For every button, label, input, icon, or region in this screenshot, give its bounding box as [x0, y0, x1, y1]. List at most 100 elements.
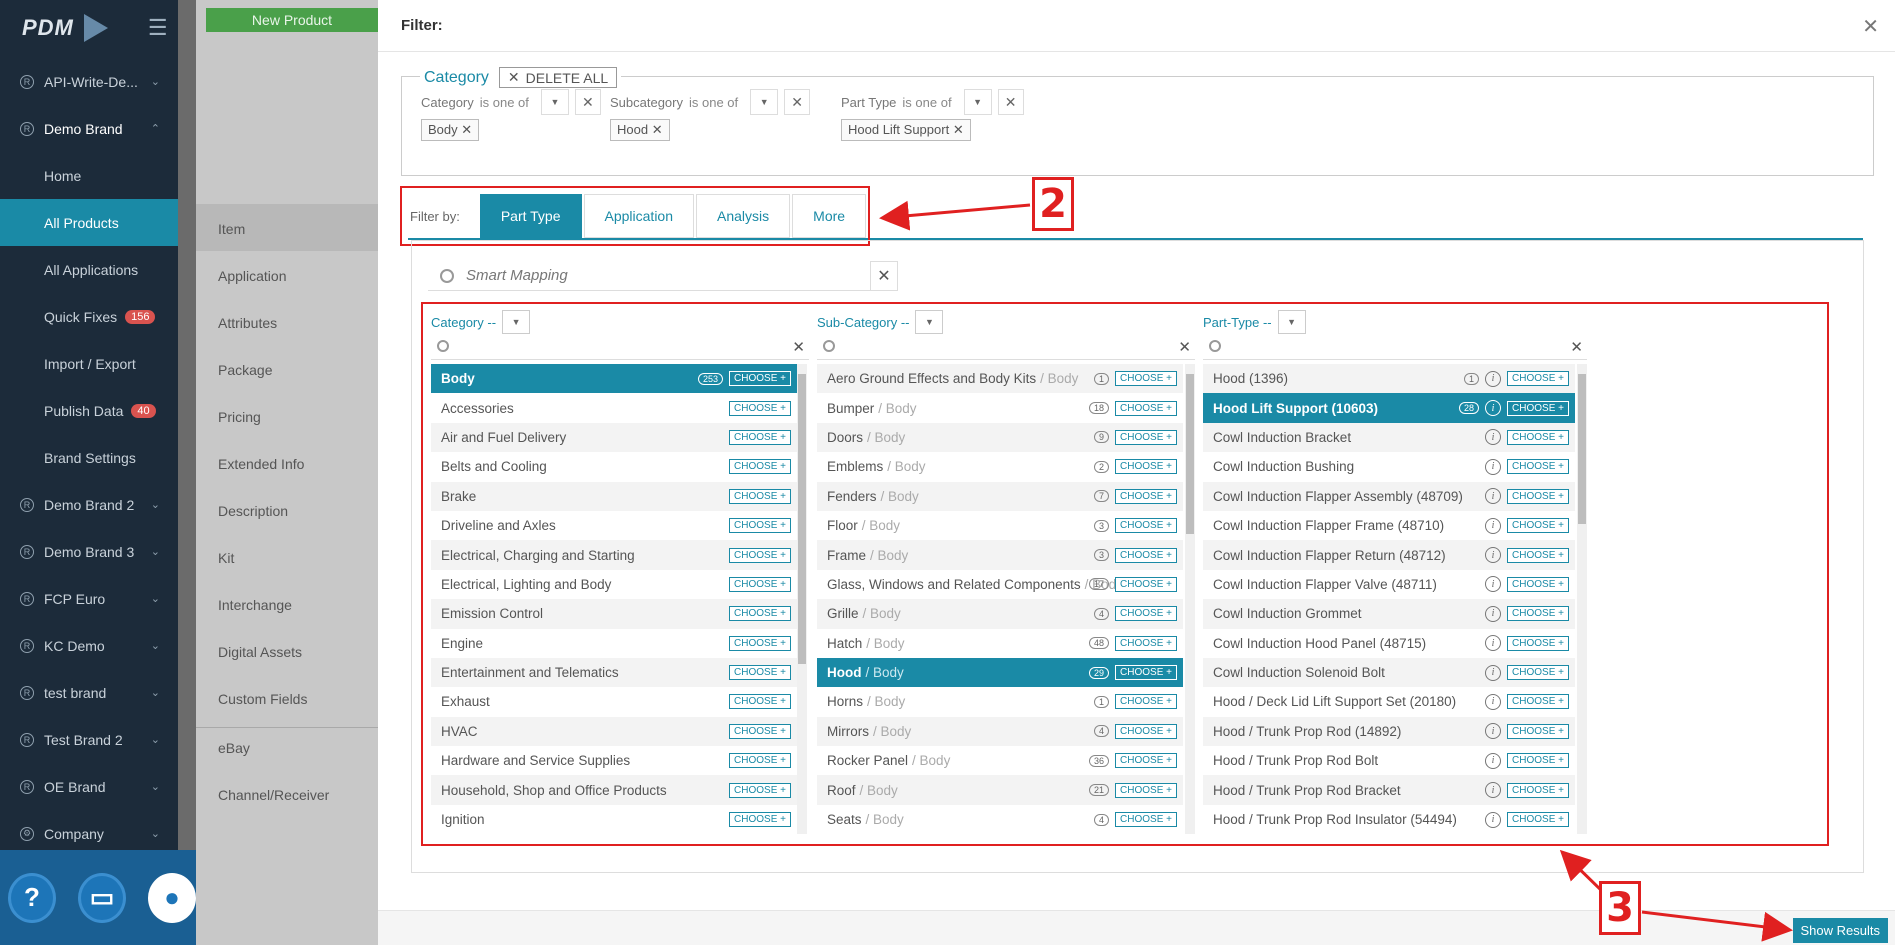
smart-mapping-input[interactable]: Smart Mapping [466, 267, 568, 284]
choose-button[interactable]: CHOOSE + [1115, 488, 1177, 504]
list-item[interactable]: Electrical, Charging and Starting CHOOSE … [431, 540, 797, 570]
choose-button[interactable]: CHOOSE + [1507, 723, 1569, 739]
choose-button[interactable]: CHOOSE + [729, 576, 791, 592]
list-item[interactable]: Cowl Induction Grommet i CHOOSE + [1203, 599, 1575, 629]
info-icon[interactable]: i [1485, 664, 1502, 681]
choose-button[interactable]: CHOOSE + [729, 547, 791, 563]
choose-button[interactable]: CHOOSE + [1507, 606, 1569, 622]
choose-button[interactable]: CHOOSE + [729, 635, 791, 651]
section-ebay[interactable]: eBay [218, 740, 250, 756]
list-item[interactable]: HVAC CHOOSE + [431, 716, 797, 747]
sidebar-brand-demo-brand-2[interactable]: R Demo Brand 2 ⌄ [0, 481, 178, 528]
sidebar-brand-oe-brand[interactable]: R OE Brand ⌄ [0, 763, 178, 810]
category-scrollbar[interactable] [797, 364, 807, 834]
choose-button[interactable]: CHOOSE + [729, 606, 791, 622]
close-icon[interactable]: ✕ [1862, 14, 1879, 39]
choose-button[interactable]: CHOOSE + [1507, 665, 1569, 681]
chat-button[interactable]: ▭ [78, 872, 126, 923]
chevron-down-icon[interactable]: ▼ [502, 310, 531, 334]
smart-mapping-search[interactable]: Smart Mapping [428, 261, 876, 291]
section-application[interactable]: Application [218, 268, 287, 284]
info-icon[interactable]: i [1485, 547, 1502, 564]
list-item[interactable]: Fenders / Body 7 CHOOSE + [817, 481, 1183, 511]
list-item[interactable]: Bumper / Body 18 CHOOSE + [817, 393, 1183, 422]
list-item[interactable]: Hood / Trunk Prop Rod (14892) i CHOOSE + [1203, 716, 1575, 747]
tab-analysis[interactable]: Analysis [696, 194, 791, 238]
list-item[interactable]: Hardware and Service Supplies CHOOSE + [431, 746, 797, 775]
sidebar-item-quick-fixes[interactable]: Quick Fixes 156 [0, 293, 178, 340]
subcategory-search[interactable]: ✕ [817, 336, 1195, 360]
category-column-header[interactable]: Category -- ▼ [431, 310, 531, 334]
choose-button[interactable]: CHOOSE + [1115, 782, 1177, 798]
info-icon[interactable]: i [1485, 635, 1502, 652]
list-item[interactable]: Glass, Windows and Related Components / B… [817, 570, 1183, 599]
info-icon[interactable]: i [1485, 605, 1502, 622]
choose-button[interactable]: CHOOSE + [1115, 665, 1177, 681]
list-item[interactable]: Hood Lift Support (10603) 28 i CHOOSE + [1203, 393, 1575, 423]
sidebar-brand-api-write[interactable]: R API-Write-De... ⌄ [0, 58, 178, 105]
list-item[interactable]: Household, Shop and Office Products CHOOS… [431, 775, 797, 805]
sidebar-brand-kc-demo[interactable]: R KC Demo ⌄ [0, 622, 178, 669]
chevron-down-icon[interactable]: ▼ [540, 89, 569, 115]
choose-button[interactable]: CHOOSE + [1507, 812, 1569, 828]
list-item[interactable]: Grille / Body 4 CHOOSE + [817, 599, 1183, 629]
sidebar-brand-test-brand-2[interactable]: R Test Brand 2 ⌄ [0, 716, 178, 763]
list-item[interactable]: Rocker Panel / Body 36 CHOOSE + [817, 746, 1183, 775]
list-item[interactable]: Cowl Induction Flapper Assembly (48709) i… [1203, 481, 1575, 511]
section-kit[interactable]: Kit [218, 550, 234, 566]
list-item[interactable]: Hood / Trunk Prop Rod Bolt i CHOOSE + [1203, 746, 1575, 775]
choose-button[interactable]: CHOOSE + [1115, 606, 1177, 622]
parttype-operator[interactable]: is one of [902, 95, 957, 110]
choose-button[interactable]: CHOOSE + [729, 429, 791, 445]
clear-search-icon[interactable]: ✕ [1570, 338, 1583, 356]
info-icon[interactable]: i [1485, 723, 1502, 740]
choose-button[interactable]: CHOOSE + [1115, 753, 1177, 769]
info-icon[interactable]: i [1485, 429, 1502, 446]
list-item[interactable]: Belts and Cooling CHOOSE + [431, 452, 797, 481]
clear-search-icon[interactable]: ✕ [792, 338, 805, 356]
section-package[interactable]: Package [218, 362, 272, 378]
choose-button[interactable]: CHOOSE + [1115, 429, 1177, 445]
choose-button[interactable]: CHOOSE + [1507, 547, 1569, 563]
choose-button[interactable]: CHOOSE + [1507, 488, 1569, 504]
sidebar-scrollbar[interactable] [178, 0, 196, 850]
choose-button[interactable]: CHOOSE + [729, 371, 791, 387]
parttype-scrollbar[interactable] [1577, 364, 1587, 834]
choose-button[interactable]: CHOOSE + [729, 812, 791, 828]
close-icon[interactable]: ✕ [953, 122, 964, 137]
delete-all-button[interactable]: ✕ DELETE ALL [498, 67, 618, 88]
category-search[interactable]: ✕ [431, 336, 809, 360]
info-icon[interactable]: i [1485, 811, 1502, 828]
section-pricing[interactable]: Pricing [218, 409, 261, 425]
choose-button[interactable]: CHOOSE + [1507, 518, 1569, 534]
list-item[interactable]: Emblems / Body 2 CHOOSE + [817, 452, 1183, 481]
section-custom-fields[interactable]: Custom Fields [218, 691, 307, 707]
choose-button[interactable]: CHOOSE + [1507, 400, 1569, 416]
choose-button[interactable]: CHOOSE + [1115, 723, 1177, 739]
clear-search-icon[interactable]: ✕ [1178, 338, 1191, 356]
choose-button[interactable]: CHOOSE + [729, 723, 791, 739]
choose-button[interactable]: CHOOSE + [1507, 429, 1569, 445]
choose-button[interactable]: CHOOSE + [729, 665, 791, 681]
list-item[interactable]: Floor / Body 3 CHOOSE + [817, 511, 1183, 540]
list-item[interactable]: Cowl Induction Bracket i CHOOSE + [1203, 422, 1575, 453]
choose-button[interactable]: CHOOSE + [1115, 459, 1177, 475]
choose-button[interactable]: CHOOSE + [729, 488, 791, 504]
choose-button[interactable]: CHOOSE + [1507, 635, 1569, 651]
info-icon[interactable]: i [1485, 458, 1502, 475]
list-item[interactable]: Cowl Induction Flapper Valve (48711) i CHO… [1203, 570, 1575, 599]
list-item[interactable]: Cowl Induction Bushing i CHOOSE + [1203, 452, 1575, 481]
choose-button[interactable]: CHOOSE + [729, 694, 791, 710]
choose-button[interactable]: CHOOSE + [1507, 694, 1569, 710]
list-item[interactable]: Doors / Body 9 CHOOSE + [817, 422, 1183, 453]
list-item[interactable]: Hood / Trunk Prop Rod Insulator (54494) i… [1203, 805, 1575, 834]
close-icon[interactable]: ✕ [652, 122, 663, 137]
sidebar-brand-demo-brand-3[interactable]: R Demo Brand 3 ⌄ [0, 528, 178, 575]
list-item[interactable]: Hood / Trunk Prop Rod Bracket i CHOOSE + [1203, 775, 1575, 805]
choose-button[interactable]: CHOOSE + [729, 518, 791, 534]
list-item[interactable]: Cowl Induction Hood Panel (48715) i CHOOSE… [1203, 629, 1575, 658]
info-icon[interactable]: i [1485, 370, 1502, 387]
list-item[interactable]: Engine CHOOSE + [431, 629, 797, 658]
category-chip[interactable]: Body ✕ [421, 119, 480, 141]
list-item[interactable]: Cowl Induction Solenoid Bolt i CHOOSE + [1203, 657, 1575, 688]
